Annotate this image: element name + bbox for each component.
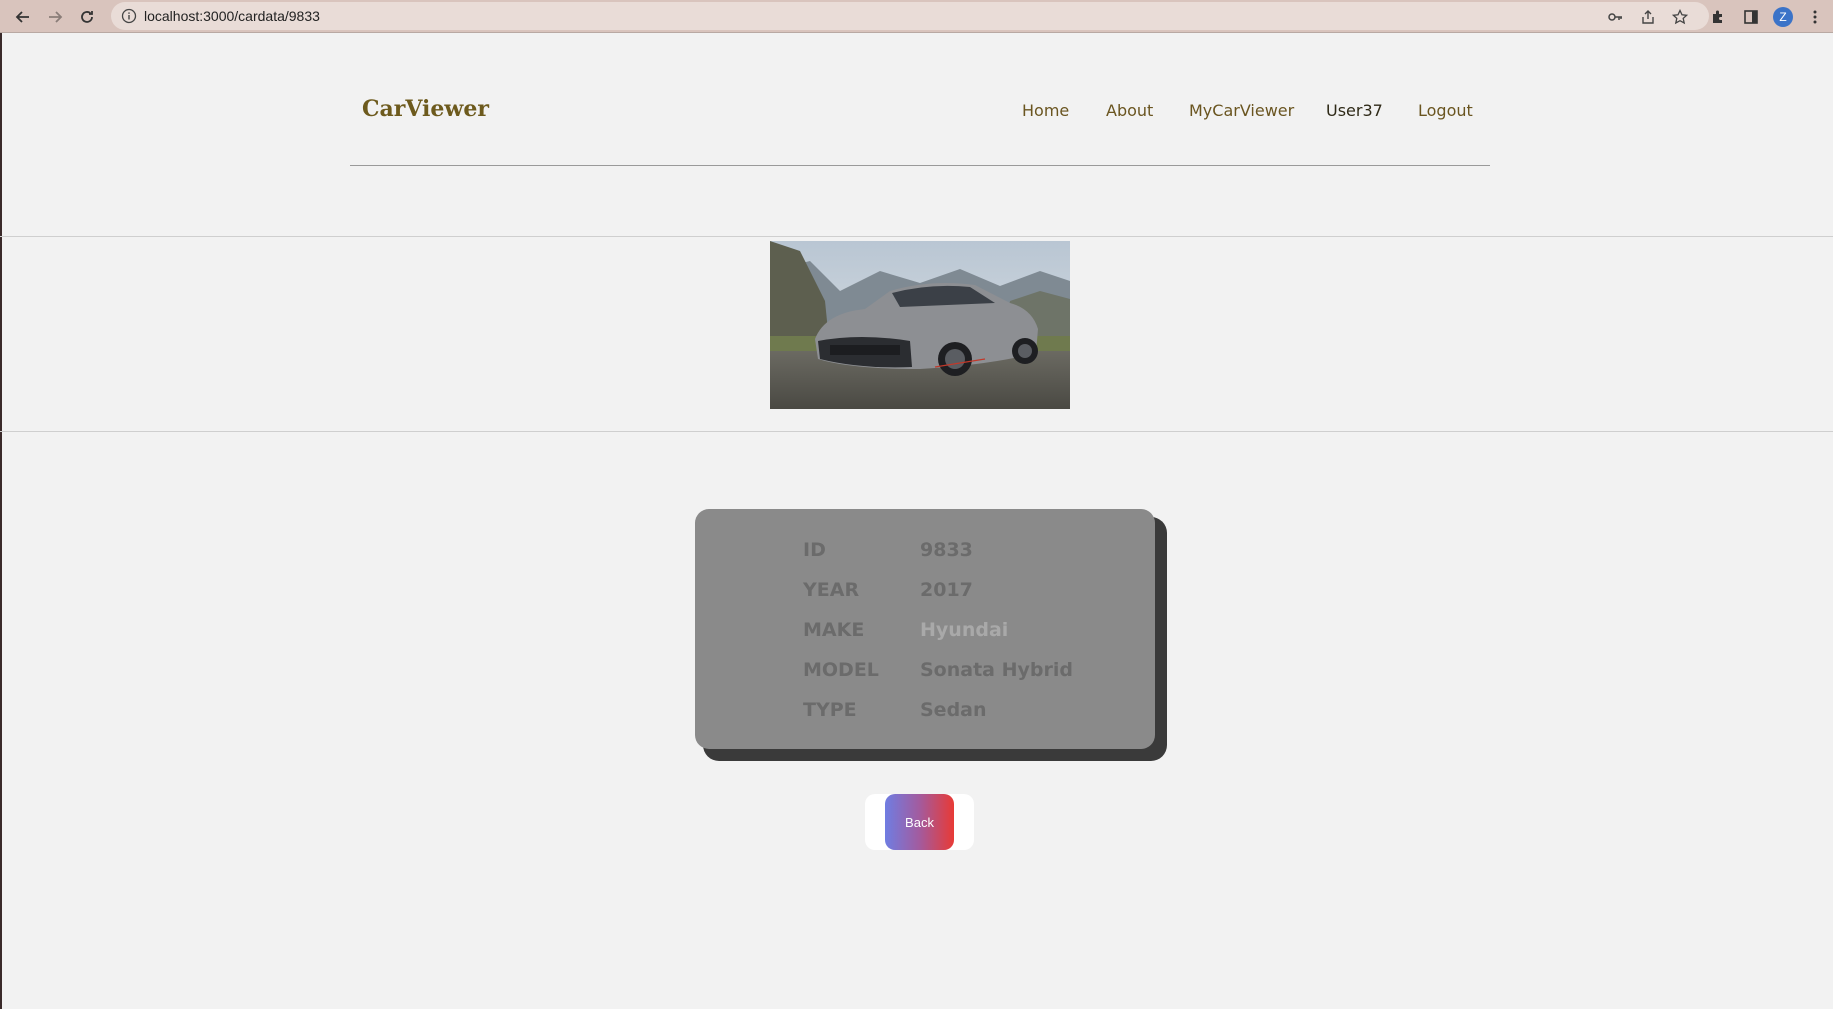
nav-about-link[interactable]: About bbox=[1106, 101, 1153, 120]
nav-home-link[interactable]: Home bbox=[1022, 101, 1069, 120]
window-edge bbox=[0, 33, 2, 1009]
kebab-menu-icon[interactable] bbox=[1804, 6, 1826, 28]
year-value: 2017 bbox=[920, 579, 973, 601]
back-button-container: Back bbox=[865, 794, 974, 850]
nav-user-link[interactable]: User37 bbox=[1326, 101, 1383, 120]
type-row: TYPE Sedan bbox=[803, 699, 1133, 729]
profile-initial: Z bbox=[1773, 7, 1793, 27]
info-icon[interactable] bbox=[121, 8, 137, 24]
key-icon[interactable] bbox=[1607, 9, 1623, 25]
back-arrow-icon[interactable] bbox=[12, 6, 34, 28]
share-icon[interactable] bbox=[1640, 9, 1656, 25]
header-divider bbox=[350, 165, 1490, 166]
image-band-top-border bbox=[0, 236, 1833, 237]
model-value: Sonata Hybrid bbox=[920, 659, 1073, 681]
url-text[interactable]: localhost:3000/cardata/9833 bbox=[144, 8, 320, 24]
side-panel-icon[interactable] bbox=[1740, 6, 1762, 28]
forward-arrow-icon[interactable] bbox=[44, 6, 66, 28]
profile-avatar[interactable]: Z bbox=[1772, 6, 1794, 28]
model-label: MODEL bbox=[803, 659, 879, 681]
model-row: MODEL Sonata Hybrid bbox=[803, 659, 1133, 689]
type-label: TYPE bbox=[803, 699, 857, 721]
year-row: YEAR 2017 bbox=[803, 579, 1133, 609]
make-row: MAKE Hyundai bbox=[803, 619, 1133, 649]
back-button[interactable]: Back bbox=[885, 794, 954, 850]
car-image bbox=[770, 241, 1070, 409]
extensions-icon[interactable] bbox=[1707, 6, 1729, 28]
nav-logout-link[interactable]: Logout bbox=[1418, 101, 1473, 120]
make-label: MAKE bbox=[803, 619, 865, 641]
bookmark-star-icon[interactable] bbox=[1672, 9, 1688, 25]
id-value: 9833 bbox=[920, 539, 973, 561]
nav-mycarviewer-link[interactable]: MyCarViewer bbox=[1189, 101, 1294, 120]
reload-icon[interactable] bbox=[76, 6, 98, 28]
id-label: ID bbox=[803, 539, 826, 561]
browser-toolbar: localhost:3000/cardata/9833 Z bbox=[0, 0, 1833, 33]
site-brand[interactable]: CarViewer bbox=[362, 96, 489, 122]
make-value: Hyundai bbox=[920, 619, 1009, 641]
address-bar[interactable]: localhost:3000/cardata/9833 bbox=[111, 2, 1709, 30]
car-info-card: ID 9833 YEAR 2017 MAKE Hyundai MODEL Son… bbox=[695, 509, 1155, 749]
year-label: YEAR bbox=[803, 579, 860, 601]
type-value: Sedan bbox=[920, 699, 987, 721]
image-band-bottom-border bbox=[0, 431, 1833, 432]
id-row: ID 9833 bbox=[803, 539, 1133, 569]
